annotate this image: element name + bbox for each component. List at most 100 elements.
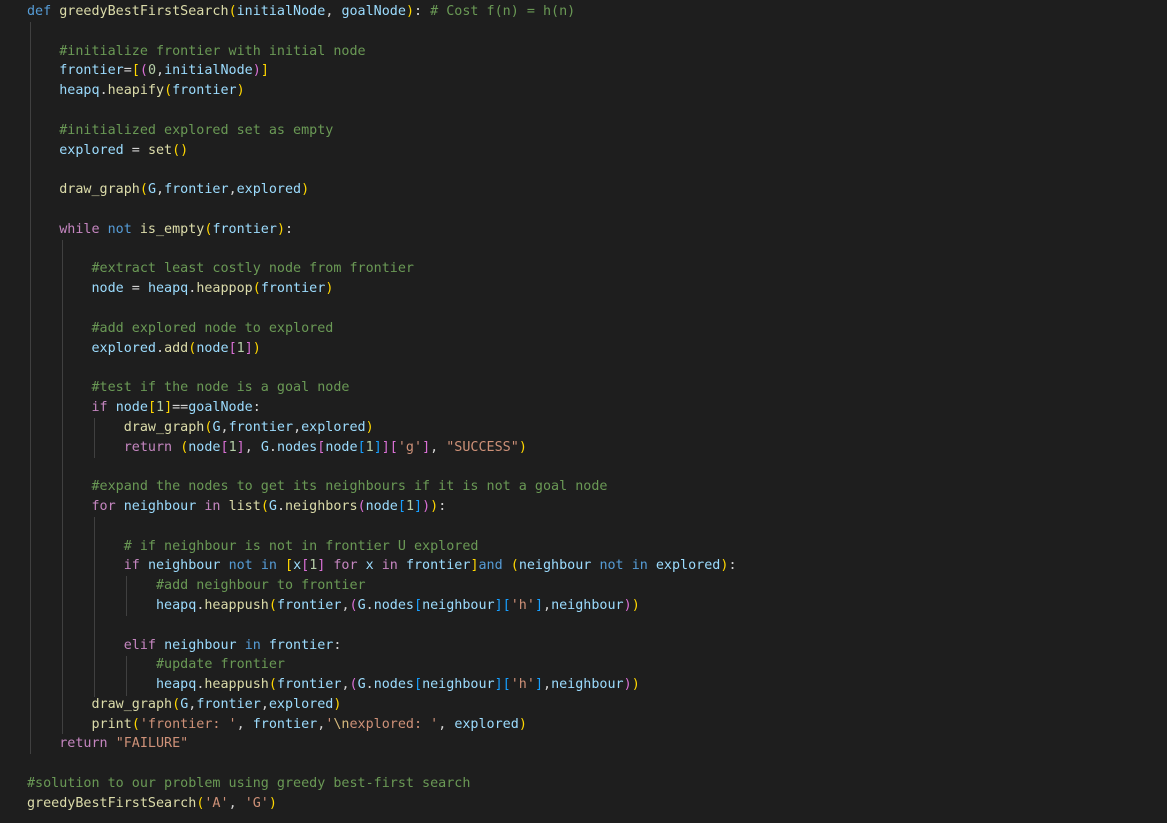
code-line[interactable]: explored = set() — [27, 141, 737, 161]
code-token: , — [430, 439, 447, 455]
code-token: if — [123, 558, 140, 574]
code-token: [ — [285, 558, 294, 574]
code-token: G — [260, 439, 269, 455]
code-line[interactable]: if neighbour not in [x[1] for x in front… — [27, 556, 737, 576]
code-token: ) — [518, 716, 527, 732]
code-token: #test if the node is a goal node — [91, 380, 350, 396]
code-line[interactable]: draw_graph(G,frontier,explored) — [27, 418, 737, 438]
code-token: ( — [139, 182, 148, 198]
code-line[interactable] — [27, 754, 737, 774]
code-editor[interactable]: def greedyBestFirstSearch(initialNode, g… — [0, 0, 1167, 823]
code-token: ( — [228, 4, 237, 19]
code-line[interactable]: while not is_empty(frontier): — [27, 220, 737, 240]
code-token: ) — [623, 677, 632, 693]
code-line[interactable]: explored.add(node[1]) — [27, 339, 737, 359]
code-token: initialNode — [164, 63, 253, 79]
code-line[interactable] — [27, 299, 737, 319]
code-token: ) — [333, 696, 342, 712]
code-token: frontier — [196, 696, 261, 712]
code-line[interactable] — [27, 200, 737, 220]
code-token: # Cost f(n) = h(n) — [430, 4, 576, 19]
code-line[interactable]: print('frontier: ', frontier,'\nexplored… — [27, 715, 737, 735]
code-token: explored — [268, 696, 334, 712]
code-line[interactable] — [27, 22, 737, 42]
code-line[interactable]: heapq.heapify(frontier) — [27, 81, 737, 101]
code-line[interactable]: greedyBestFirstSearch('A', 'G') — [27, 794, 737, 814]
code-line[interactable]: #initialize frontier with initial node — [27, 42, 737, 62]
code-token: ][ — [381, 439, 398, 455]
code-token: G — [357, 597, 366, 613]
code-line[interactable] — [27, 160, 737, 180]
code-token: elif — [123, 637, 156, 653]
code-line[interactable]: #expand the nodes to get its neighbours … — [27, 477, 737, 497]
code-line[interactable]: if node[1]==goalNode: — [27, 398, 737, 418]
code-line[interactable]: #test if the node is a goal node — [27, 378, 737, 398]
code-line[interactable]: #update frontier — [27, 655, 737, 675]
code-line[interactable]: return (node[1], G.nodes[node[1]]['g'], … — [27, 438, 737, 458]
code-line[interactable]: draw_graph(G,frontier,explored) — [27, 180, 737, 200]
code-line[interactable]: #extract least costly node from frontier — [27, 259, 737, 279]
code-line[interactable] — [27, 101, 737, 121]
code-token: , — [156, 63, 165, 79]
code-line[interactable] — [27, 358, 737, 378]
code-line[interactable]: return "FAILURE" — [27, 734, 737, 754]
code-token: ) — [252, 63, 261, 79]
code-token: ) — [518, 439, 527, 455]
code-token: ) — [422, 498, 431, 514]
code-line[interactable]: #solution to our problem using greedy be… — [27, 774, 737, 794]
code-line[interactable] — [27, 517, 737, 537]
code-token: node — [91, 281, 124, 297]
code-token: frontier — [268, 637, 334, 653]
code-line[interactable]: heapq.heappush(frontier,(G.nodes[neighbo… — [27, 596, 737, 616]
code-token: frontier — [212, 221, 277, 237]
code-token: heapify — [107, 83, 165, 99]
code-token: , — [543, 677, 552, 693]
code-line[interactable]: #initialized explored set as empty — [27, 121, 737, 141]
code-token: ] — [470, 558, 479, 574]
code-token: node — [196, 340, 229, 356]
code-token: ) — [365, 419, 374, 435]
code-line[interactable]: #add neighbour to frontier — [27, 576, 737, 596]
code-content[interactable]: def greedyBestFirstSearch(initialNode, g… — [27, 2, 737, 814]
code-line[interactable]: # if neighbour is not in frontier U expl… — [27, 537, 737, 557]
code-token: node — [365, 498, 398, 514]
code-line[interactable]: frontier=[(0,initialNode)] — [27, 61, 737, 81]
code-token: ] — [422, 439, 431, 455]
code-token: ] — [414, 498, 423, 514]
code-line[interactable]: elif neighbour in frontier: — [27, 636, 737, 656]
code-token: 'G' — [244, 795, 269, 811]
code-line[interactable] — [27, 616, 737, 636]
code-line[interactable]: def greedyBestFirstSearch(initialNode, g… — [27, 2, 737, 22]
code-line[interactable]: node = heapq.heappop(frontier) — [27, 279, 737, 299]
code-token: , — [341, 597, 350, 613]
code-token: #initialize frontier with initial node — [59, 43, 366, 59]
code-token: : — [414, 4, 431, 19]
code-line[interactable]: draw_graph(G,frontier,explored) — [27, 695, 737, 715]
code-line[interactable]: for neighbour in list(G.neighbors(node[1… — [27, 497, 737, 517]
code-token: in — [204, 498, 221, 514]
code-token: . — [268, 439, 277, 455]
code-token: : — [285, 221, 294, 237]
code-token: 'h' — [510, 597, 535, 613]
code-token: [ — [131, 63, 140, 79]
code-token: return — [123, 439, 173, 455]
code-token: . — [365, 597, 374, 613]
code-token: , — [325, 4, 342, 19]
code-token: 1 — [365, 439, 374, 455]
code-line[interactable]: #add explored node to explored — [27, 319, 737, 339]
code-line[interactable] — [27, 457, 737, 477]
code-line[interactable]: heapq.heappush(frontier,(G.nodes[neighbo… — [27, 675, 737, 695]
code-line[interactable] — [27, 240, 737, 260]
code-token: , — [543, 597, 552, 613]
code-token: ) — [623, 597, 632, 613]
